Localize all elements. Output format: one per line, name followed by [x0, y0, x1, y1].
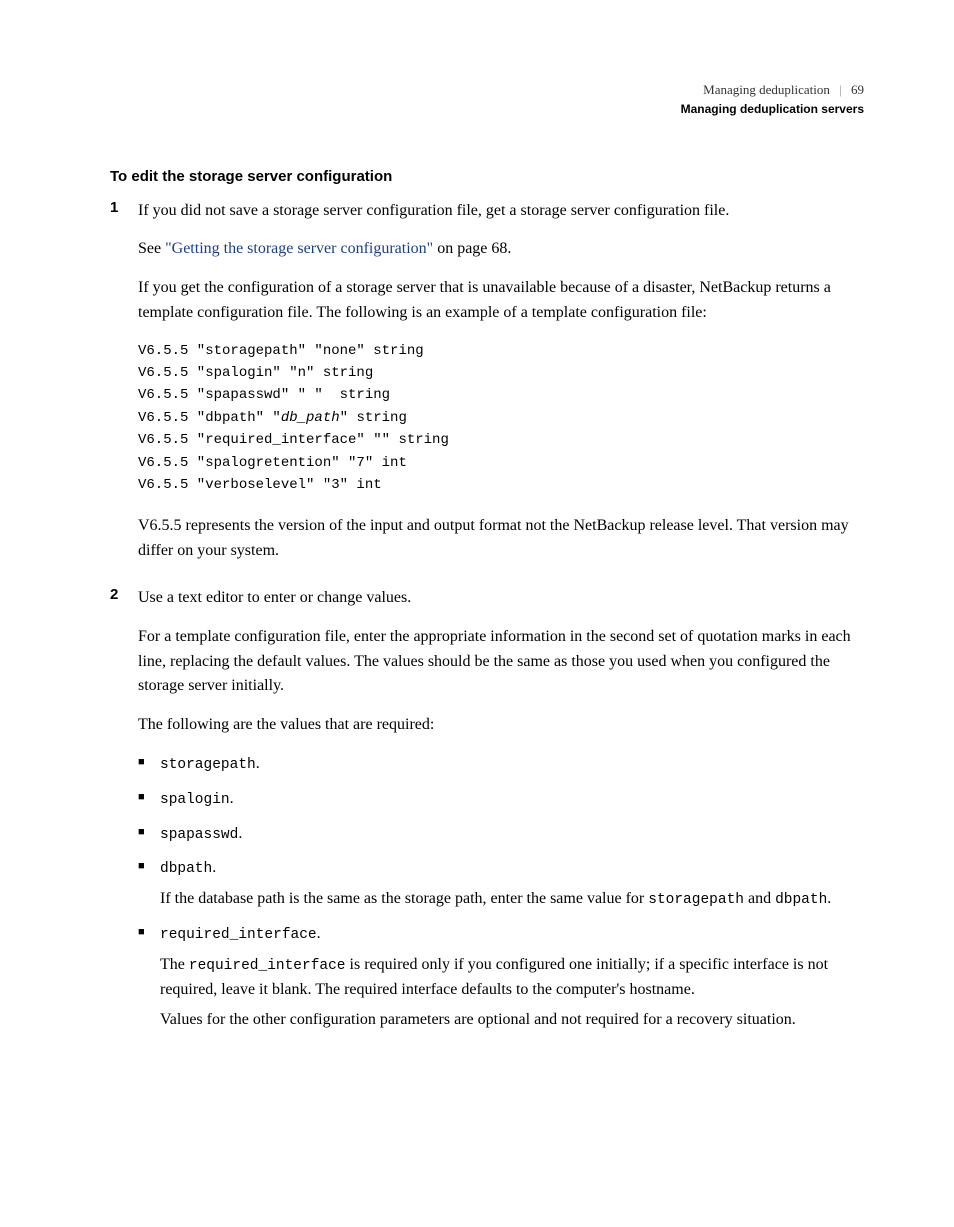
code-dbpath-inline: dbpath [775, 892, 827, 908]
step-number: 1 [110, 199, 138, 579]
code-storagepath: storagepath [160, 757, 256, 773]
code-line-1: V6.5.5 "storagepath" "none" string [138, 343, 424, 359]
ri-note-a: The [160, 956, 189, 973]
code-dbpath: dbpath [160, 861, 212, 877]
required-interface-note2: Values for the other configuration param… [160, 1008, 864, 1033]
dbpath-note-a: If the database path is the same as the … [160, 890, 648, 907]
section-title-header: Managing deduplication servers [110, 100, 864, 118]
code-line-7: V6.5.5 "verboselevel" "3" int [138, 477, 382, 493]
code-line-6: V6.5.5 "spalogretention" "7" int [138, 455, 407, 471]
see-suffix: on page 68. [433, 240, 511, 257]
step-2-p3: The following are the values that are re… [138, 713, 864, 738]
step-1: 1 If you did not save a storage server c… [110, 199, 864, 579]
dot: . [238, 825, 242, 842]
header-divider: | [833, 82, 848, 97]
code-line-5: V6.5.5 "required_interface" "" string [138, 432, 449, 448]
procedure-title: To edit the storage server configuration [110, 168, 864, 185]
dot: . [317, 925, 321, 942]
dot: . [256, 755, 260, 772]
dbpath-note: If the database path is the same as the … [160, 887, 864, 912]
page: Managing deduplication | 69 Managing ded… [0, 0, 954, 1227]
code-spalogin: spalogin [160, 792, 230, 808]
step-number: 2 [110, 586, 138, 1043]
list-item-spalogin: spalogin. [138, 787, 864, 812]
config-template-code: V6.5.5 "storagepath" "none" string V6.5.… [138, 340, 864, 497]
dot: . [212, 859, 216, 876]
chapter-title: Managing deduplication [703, 82, 830, 97]
dot: . [230, 790, 234, 807]
step-2-content: Use a text editor to enter or change val… [138, 586, 864, 1043]
step-1-see-ref: See "Getting the storage server configur… [138, 237, 864, 262]
step-2: 2 Use a text editor to enter or change v… [110, 586, 864, 1043]
step-1-p1: If you did not save a storage server con… [138, 199, 864, 224]
list-item-dbpath: dbpath. If the database path is the same… [138, 856, 864, 912]
code-line-4c: " string [340, 410, 407, 426]
page-number: 69 [851, 82, 864, 97]
step-1-p4: V6.5.5 represents the version of the inp… [138, 514, 864, 564]
code-line-4b: db_path [281, 410, 340, 426]
code-storagepath-inline: storagepath [648, 892, 744, 908]
header-top-line: Managing deduplication | 69 [110, 80, 864, 100]
code-line-4a: V6.5.5 "dbpath" " [138, 410, 281, 426]
dbpath-note-and: and [744, 890, 775, 907]
code-required-interface-inline: required_interface [189, 958, 346, 974]
code-line-2: V6.5.5 "spalogin" "n" string [138, 365, 373, 381]
step-1-content: If you did not save a storage server con… [138, 199, 864, 579]
link-getting-storage-config[interactable]: "Getting the storage server configuratio… [165, 240, 433, 257]
see-prefix: See [138, 240, 165, 257]
code-spapasswd: spapasswd [160, 827, 238, 843]
list-item-storagepath: storagepath. [138, 752, 864, 777]
list-item-required-interface: required_interface. The required_interfa… [138, 922, 864, 1033]
dot: . [827, 890, 831, 907]
list-item-spapasswd: spapasswd. [138, 822, 864, 847]
step-2-p2: For a template configuration file, enter… [138, 625, 864, 699]
code-line-3: V6.5.5 "spapasswd" " " string [138, 387, 390, 403]
required-interface-note1: The required_interface is required only … [160, 953, 864, 1003]
step-1-p3: If you get the configuration of a storag… [138, 276, 864, 326]
step-2-p1: Use a text editor to enter or change val… [138, 586, 864, 611]
required-values-list: storagepath. spalogin. spapasswd. dbpath… [138, 752, 864, 1033]
code-required-interface: required_interface [160, 927, 317, 943]
page-header: Managing deduplication | 69 Managing ded… [110, 80, 864, 118]
